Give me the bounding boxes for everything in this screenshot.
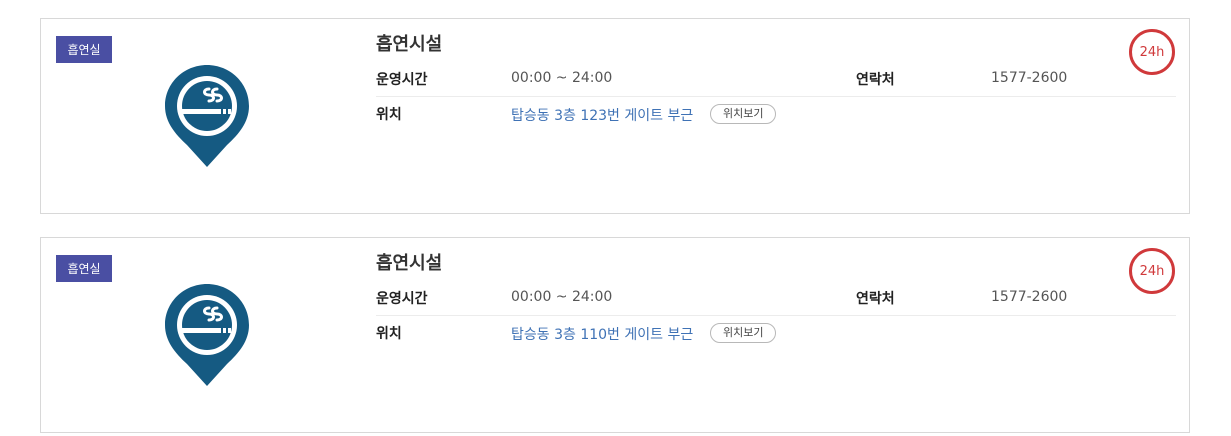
facility-card: 흡연실 흡연시설 운영시간 00:00 ~ 24:00 연락처 1577-260… xyxy=(40,18,1190,214)
view-location-button[interactable]: 위치보기 xyxy=(710,104,777,124)
contact-label: 연락처 xyxy=(856,291,895,307)
contact-value: 1577-2600 xyxy=(991,289,1068,305)
facility-card: 흡연실 흡연시설 운영시간 00:00 ~ 24:00 연락처 1577-260… xyxy=(40,237,1190,433)
row-divider xyxy=(376,315,1176,316)
location-link[interactable]: 탑승동 3층 123번 게이트 부근 xyxy=(511,108,693,124)
contact-label: 연락처 xyxy=(856,72,895,88)
hours-label: 운영시간 xyxy=(376,291,428,307)
view-location-button[interactable]: 위치보기 xyxy=(710,323,777,343)
location-label: 위치 xyxy=(376,326,402,342)
location-value: 탑승동 3층 110번 게이트 부근 xyxy=(511,324,693,344)
hours-value: 00:00 ~ 24:00 xyxy=(511,289,613,305)
category-badge: 흡연실 xyxy=(56,36,112,63)
row-divider xyxy=(376,96,1176,97)
facility-title: 흡연시설 xyxy=(376,253,443,274)
hours-label: 운영시간 xyxy=(376,72,428,88)
facility-title: 흡연시설 xyxy=(376,34,443,55)
location-value: 탑승동 3층 123번 게이트 부근 xyxy=(511,105,693,125)
category-badge: 흡연실 xyxy=(56,255,112,282)
contact-value: 1577-2600 xyxy=(991,70,1068,86)
location-label: 위치 xyxy=(376,107,402,123)
smoking-area-pin-icon xyxy=(165,65,249,167)
24h-badge: 24h xyxy=(1129,248,1175,294)
smoking-area-pin-icon xyxy=(165,284,249,386)
hours-value: 00:00 ~ 24:00 xyxy=(511,70,613,86)
location-link[interactable]: 탑승동 3층 110번 게이트 부근 xyxy=(511,327,693,343)
24h-badge: 24h xyxy=(1129,29,1175,75)
